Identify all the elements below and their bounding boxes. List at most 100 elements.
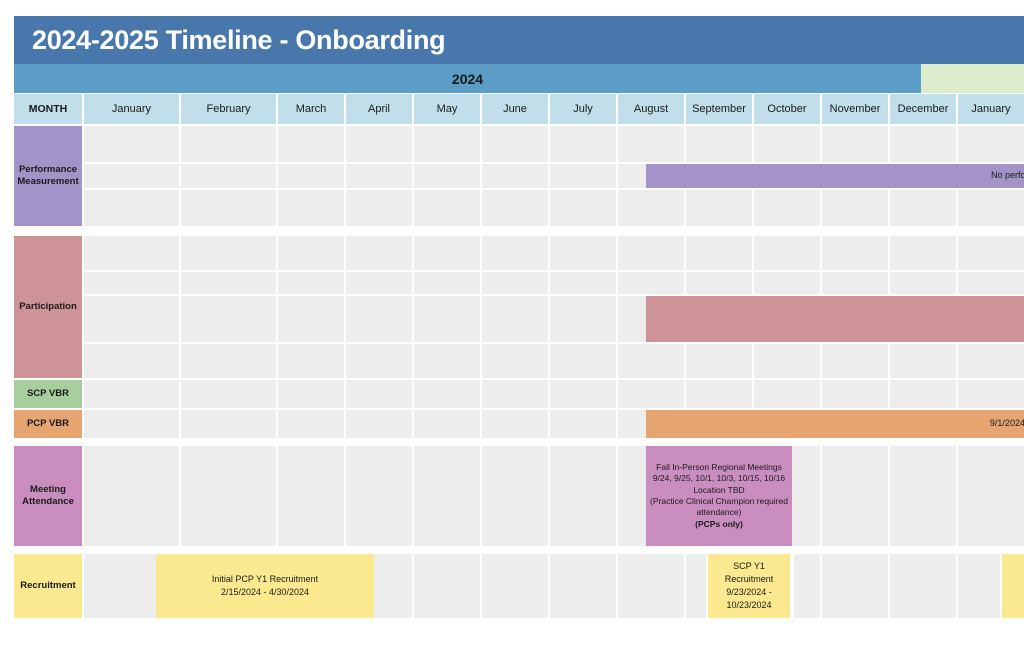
grid-cell (278, 236, 344, 270)
bar-pcp-vbr[interactable]: 9/1/2024 - 8/31/2025 PC (646, 410, 1024, 438)
grid-cell (181, 190, 276, 226)
grid-cell (550, 554, 616, 618)
month-header-oct-2024: October (754, 94, 820, 124)
grid-cell (618, 126, 684, 162)
grid-cell (822, 190, 888, 226)
grid-cell (278, 164, 344, 188)
grid-cell (482, 236, 548, 270)
grid-cell (686, 126, 752, 162)
month-header-feb-2024: February (181, 94, 276, 124)
grid-cell (84, 164, 179, 188)
grid-cell (822, 554, 888, 618)
grid-cell (414, 446, 480, 546)
grid-cell (482, 554, 548, 618)
bar-meeting-attendance-line-5: (PCPs only) (695, 518, 743, 529)
grid-cell (686, 554, 706, 618)
year-band-2024: 2024 (14, 64, 921, 93)
grid-cell (414, 164, 480, 188)
grid-cell (550, 126, 616, 162)
grid-cell (958, 190, 1024, 226)
grid-cell (890, 554, 956, 618)
row-label-meeting-attendance[interactable]: Meeting Attendance (14, 446, 82, 546)
month-header-dec-2024: December (890, 94, 956, 124)
grid-cell (84, 410, 179, 438)
grid-cell (890, 380, 956, 408)
timeline-grid-body: Performance Measurement No perfo Partici… (14, 126, 1024, 628)
bar-meeting-attendance[interactable]: Fall In-Person Regional Meetings 9/24, 9… (646, 446, 792, 546)
bar-performance-measurement[interactable]: No performance measur (646, 164, 1024, 188)
grid-cell (958, 554, 1000, 618)
month-header-jun-2024: June (482, 94, 548, 124)
bar-initial-pcp-y1-recruitment[interactable]: Initial PCP Y1 Recruitment 2/15/2024 - 4… (156, 554, 374, 618)
row-label-scp-vbr[interactable]: SCP VBR (14, 380, 82, 408)
grid-cell (84, 190, 179, 226)
month-header-nov-2024: November (822, 94, 888, 124)
page-title: 2024-2025 Timeline - Onboarding (32, 24, 446, 55)
grid-cell (84, 126, 179, 162)
month-header-sep-2024: September (686, 94, 752, 124)
grid-cell (482, 446, 548, 546)
grid-cell (550, 446, 616, 546)
grid-cell (84, 296, 179, 342)
row-label-recruitment[interactable]: Recruitment (14, 554, 82, 618)
grid-cell (414, 344, 480, 378)
grid-cell (414, 380, 480, 408)
grid-cell (822, 344, 888, 378)
bar-meeting-attendance-line-4: (Practice Clinical Champion required att… (650, 496, 788, 518)
grid-cell (550, 296, 616, 342)
row-label-pcp-vbr[interactable]: PCP VBR (14, 410, 82, 438)
grid-cell (278, 410, 344, 438)
bar-scp-y1-recruitment[interactable]: SCP Y1 Recruitment 9/23/2024 - 10/23/202… (708, 554, 790, 618)
grid-cell (414, 296, 480, 342)
grid-cell (181, 344, 276, 378)
grid-cell (550, 344, 616, 378)
grid-cell (822, 272, 888, 294)
grid-cell (822, 446, 888, 546)
bar-recruitment-2025-block[interactable] (1002, 554, 1024, 618)
grid-cell (346, 296, 412, 342)
bar-scp-y1-recruitment-line-3: 9/23/2024 - (726, 587, 772, 597)
grid-cell (181, 236, 276, 270)
grid-cell (346, 126, 412, 162)
grid-cell (890, 272, 956, 294)
month-header-apr-2024: April (346, 94, 412, 124)
bar-initial-pcp-y1-recruitment-line-2: 2/15/2024 - 4/30/2024 (220, 587, 310, 597)
grid-cell (754, 126, 820, 162)
row-label-performance-measurement[interactable]: Performance Measurement (14, 126, 82, 226)
grid-cell (550, 410, 616, 438)
grid-cell (278, 344, 344, 378)
grid-cell (618, 380, 684, 408)
month-header-may-2024: May (414, 94, 480, 124)
row-label-participation[interactable]: Participation (14, 236, 82, 378)
grid-cell (822, 236, 888, 270)
page-title-bar: 2024-2025 Timeline - Onboarding (14, 16, 1024, 64)
grid-cell (482, 190, 548, 226)
month-header-row: MONTH January February March April May J… (14, 94, 1024, 124)
grid-cell (181, 164, 276, 188)
bar-scp-y1-recruitment-line-4: 10/23/2024 (726, 600, 772, 611)
grid-cell (754, 344, 820, 378)
grid-cell (958, 446, 1024, 546)
grid-cell (618, 344, 684, 378)
grid-cell (958, 126, 1024, 162)
grid-cell (346, 190, 412, 226)
grid-cell (346, 272, 412, 294)
grid-cell (618, 190, 684, 226)
bar-participation[interactable]: 2026 Participa E (646, 296, 1024, 342)
grid-cell (822, 380, 888, 408)
grid-cell (890, 344, 956, 378)
grid-cell (890, 190, 956, 226)
grid-cell (686, 344, 752, 378)
grid-cell (890, 126, 956, 162)
grid-cell (958, 380, 1024, 408)
month-header-jan-2024: January (84, 94, 179, 124)
grid-cell (550, 380, 616, 408)
grid-cell (414, 190, 480, 226)
grid-cell (346, 236, 412, 270)
grid-cell (346, 446, 412, 546)
grid-cell (278, 126, 344, 162)
grid-cell (618, 554, 684, 618)
bar-pcp-vbr-label: 9/1/2024 - 8/31/2025 PC (989, 418, 1024, 429)
grid-cell (414, 554, 480, 618)
grid-cell (482, 410, 548, 438)
